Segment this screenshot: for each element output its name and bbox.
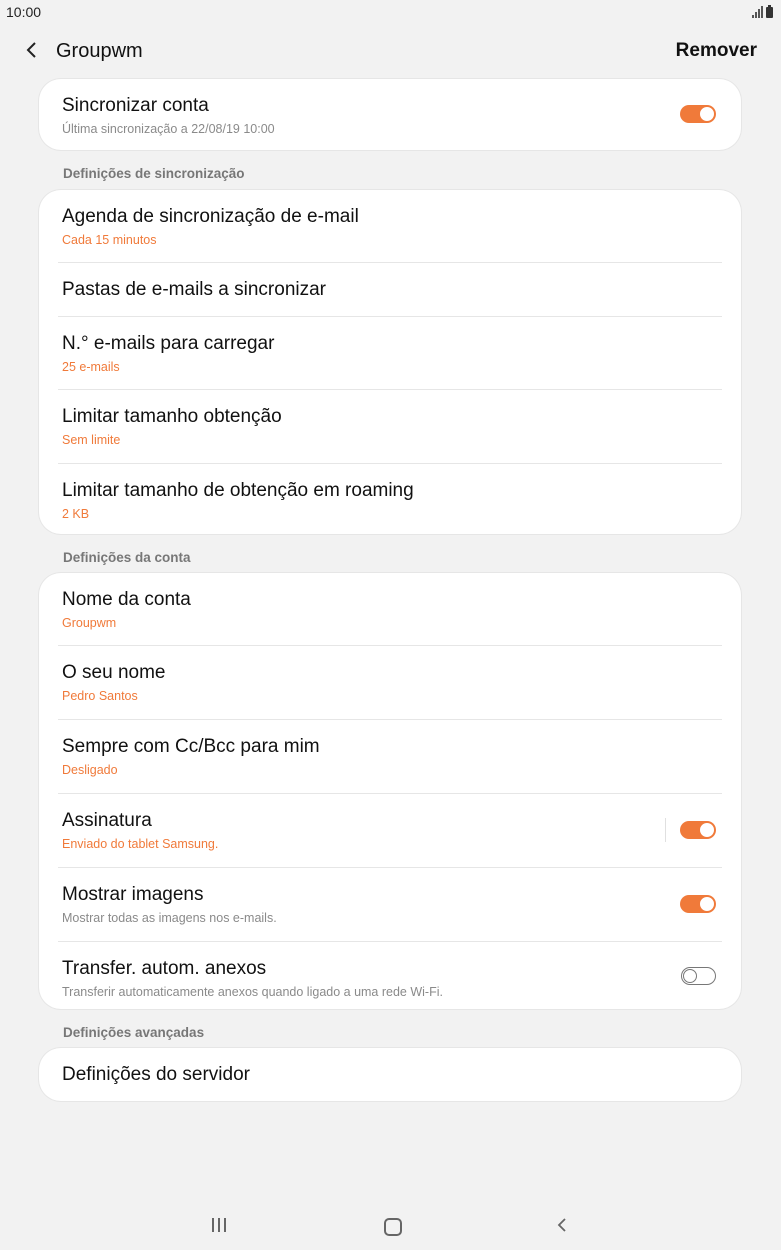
section-header-sync-settings: Definições de sincronização bbox=[63, 166, 245, 181]
sync-folders-title: Pastas de e-mails a sincronizar bbox=[62, 279, 326, 300]
section-header-account-settings: Definições da conta bbox=[63, 550, 191, 565]
sync-schedule-title: Agenda de sincronização de e-mail bbox=[62, 206, 359, 227]
signature-row[interactable]: Assinatura Enviado do tablet Samsung. bbox=[58, 794, 722, 868]
sync-account-title: Sincronizar conta bbox=[62, 95, 209, 116]
sync-schedule-row[interactable]: Agenda de sincronização de e-mail Cada 1… bbox=[58, 190, 722, 263]
account-name-row[interactable]: Nome da conta Groupwm bbox=[58, 573, 722, 646]
home-button[interactable] bbox=[384, 1218, 402, 1236]
sync-account-subtitle: Última sincronização a 22/08/19 10:00 bbox=[62, 122, 275, 136]
auto-download-value: Transferir automaticamente anexos quando… bbox=[62, 985, 443, 999]
your-name-value: Pedro Santos bbox=[62, 689, 138, 703]
size-limit-title: Limitar tamanho obtenção bbox=[62, 406, 282, 427]
chevron-left-icon bbox=[26, 42, 36, 58]
signature-value: Enviado do tablet Samsung. bbox=[62, 837, 219, 851]
sync-schedule-value: Cada 15 minutos bbox=[62, 233, 157, 247]
show-images-toggle[interactable] bbox=[680, 895, 716, 913]
back-button[interactable] bbox=[20, 36, 44, 64]
auto-download-row[interactable]: Transfer. autom. anexos Transferir autom… bbox=[58, 942, 722, 1014]
signature-divider bbox=[665, 818, 666, 842]
email-count-title: N.° e-mails para carregar bbox=[62, 333, 275, 354]
roaming-limit-value: 2 KB bbox=[62, 507, 90, 521]
signature-title: Assinatura bbox=[62, 810, 152, 831]
sync-account-row[interactable]: Sincronizar conta Última sincronização a… bbox=[58, 79, 722, 150]
roaming-limit-row[interactable]: Limitar tamanho de obtenção em roaming 2… bbox=[58, 464, 722, 536]
account-name-value: Groupwm bbox=[62, 616, 117, 630]
nav-back-icon bbox=[557, 1218, 566, 1232]
account-settings-card: Nome da conta Groupwm O seu nome Pedro S… bbox=[39, 573, 741, 1009]
size-limit-value: Sem limite bbox=[62, 433, 121, 447]
advanced-settings-card: Definições do servidor bbox=[39, 1048, 741, 1101]
signal-icon bbox=[752, 6, 763, 18]
email-count-value: 25 e-mails bbox=[62, 360, 120, 374]
always-cc-title: Sempre com Cc/Bcc para mim bbox=[62, 736, 320, 757]
signature-toggle[interactable] bbox=[680, 821, 716, 839]
status-time: 10:00 bbox=[6, 4, 42, 20]
sync-account-toggle[interactable] bbox=[680, 105, 716, 123]
server-settings-title: Definições do servidor bbox=[62, 1064, 250, 1085]
always-cc-row[interactable]: Sempre com Cc/Bcc para mim Desligado bbox=[58, 720, 722, 794]
roaming-limit-title: Limitar tamanho de obtenção em roaming bbox=[62, 480, 414, 501]
show-images-title: Mostrar imagens bbox=[62, 884, 204, 905]
section-header-advanced-settings: Definições avançadas bbox=[63, 1025, 205, 1040]
server-settings-row[interactable]: Definições do servidor bbox=[58, 1048, 722, 1101]
show-images-row[interactable]: Mostrar imagens Mostrar todas as imagens… bbox=[58, 868, 722, 942]
status-bar: 10:00 bbox=[0, 0, 781, 24]
always-cc-value: Desligado bbox=[62, 763, 118, 777]
your-name-row[interactable]: O seu nome Pedro Santos bbox=[58, 646, 722, 720]
navigation-bar bbox=[0, 1204, 781, 1250]
app-header: Groupwm Remover bbox=[0, 24, 781, 78]
auto-download-title: Transfer. autom. anexos bbox=[62, 958, 267, 979]
status-icons bbox=[752, 4, 773, 18]
your-name-title: O seu nome bbox=[62, 662, 166, 683]
remove-button[interactable]: Remover bbox=[676, 40, 757, 62]
battery-icon bbox=[766, 5, 773, 18]
size-limit-row[interactable]: Limitar tamanho obtenção Sem limite bbox=[58, 390, 722, 464]
email-count-row[interactable]: N.° e-mails para carregar 25 e-mails bbox=[58, 317, 722, 390]
show-images-value: Mostrar todas as imagens nos e-mails. bbox=[62, 911, 277, 925]
account-name-title: Nome da conta bbox=[62, 589, 191, 610]
sync-settings-card: Agenda de sincronização de e-mail Cada 1… bbox=[39, 190, 741, 534]
auto-download-toggle[interactable] bbox=[681, 967, 716, 985]
sync-account-card: Sincronizar conta Última sincronização a… bbox=[39, 79, 741, 150]
recent-apps-button[interactable] bbox=[212, 1218, 226, 1232]
nav-back-button[interactable] bbox=[556, 1216, 568, 1239]
sync-folders-row[interactable]: Pastas de e-mails a sincronizar bbox=[58, 263, 722, 317]
page-title: Groupwm bbox=[56, 40, 143, 62]
